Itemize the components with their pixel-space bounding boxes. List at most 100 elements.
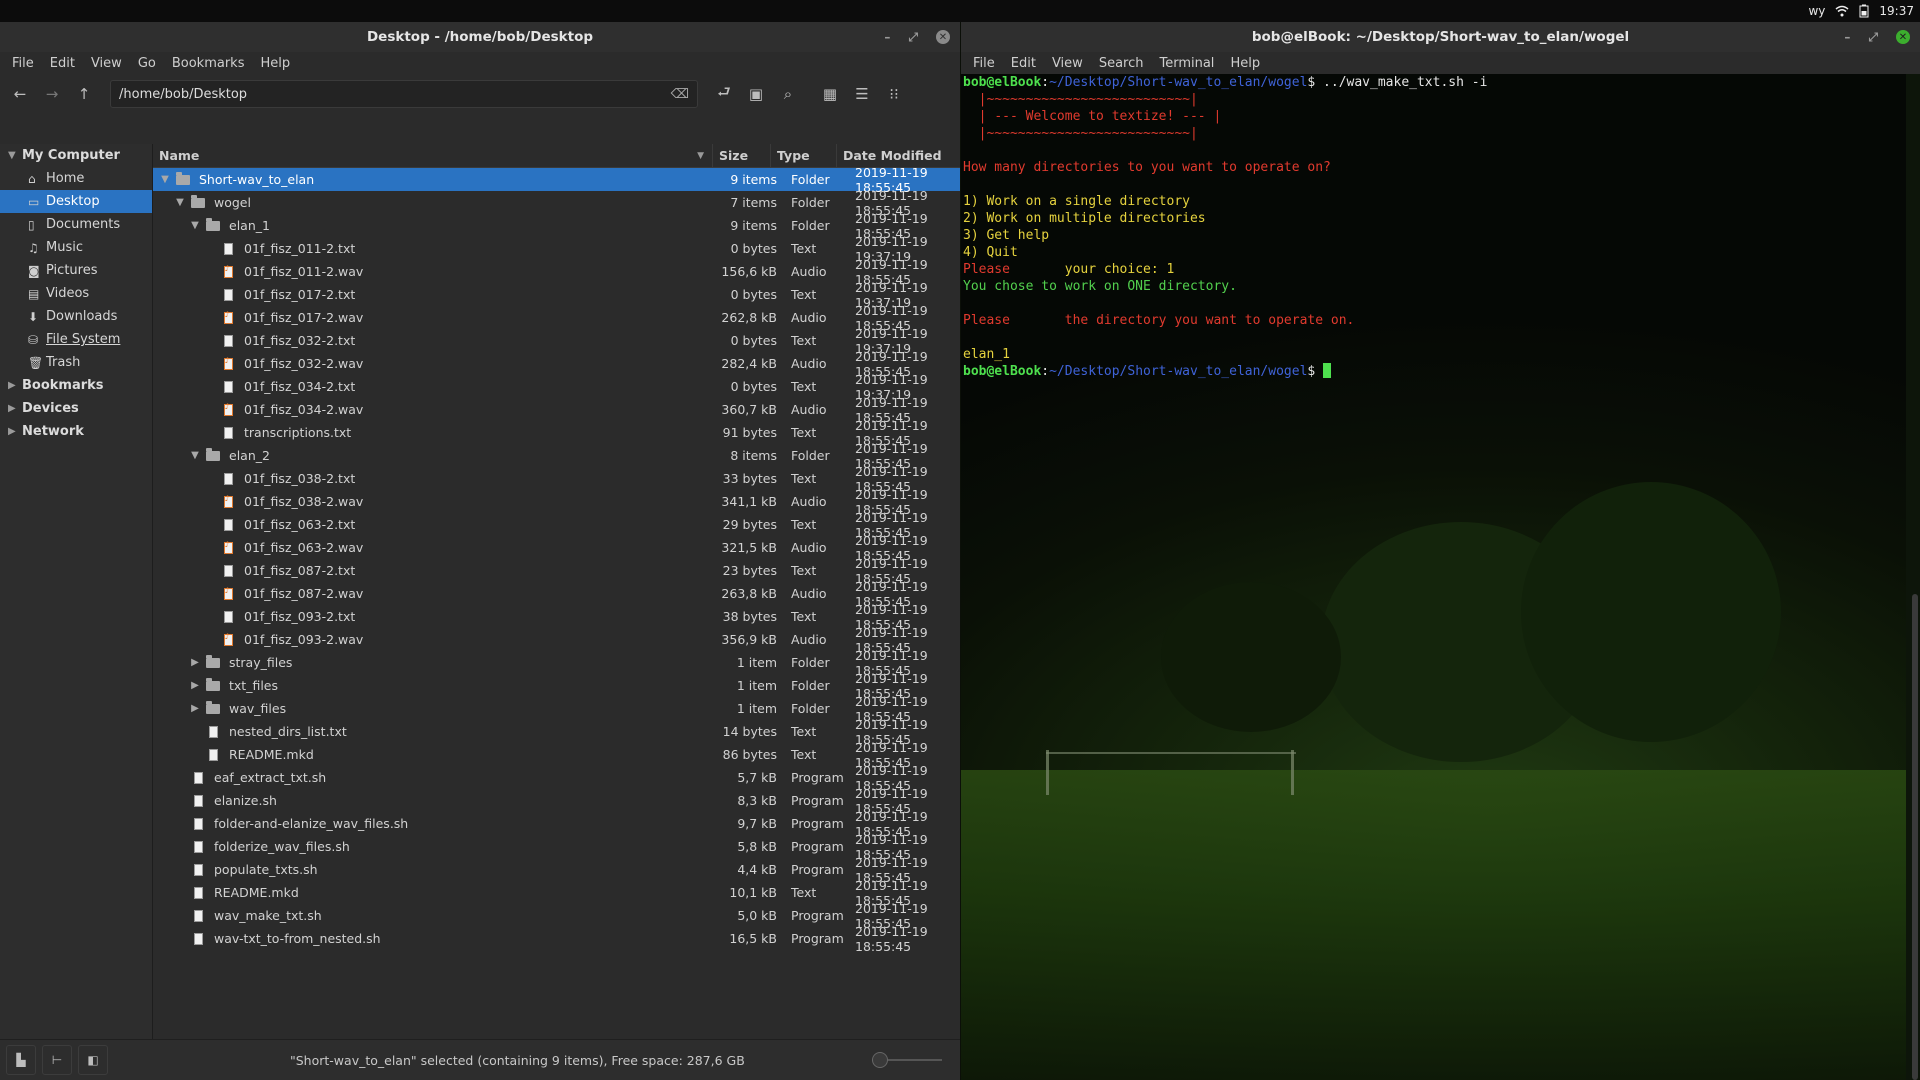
expand-icon[interactable]: ▶ bbox=[187, 680, 203, 691]
sidebar-item-music[interactable]: ♫ Music bbox=[0, 236, 152, 259]
collapse-icon[interactable]: ▼ bbox=[187, 220, 203, 231]
terminal-scrollbar-thumb[interactable] bbox=[1912, 594, 1918, 1080]
file-row[interactable]: 01f_fisz_063-2.txt 29 bytes Text 2019-11-19… bbox=[153, 510, 960, 540]
file-row[interactable]: 01f_fisz_032-2.txt 0 bytes Text 2019-11-19 … bbox=[153, 326, 960, 356]
collapse-icon[interactable]: ▼ bbox=[157, 174, 173, 185]
clear-location-icon[interactable]: ⌫ bbox=[671, 87, 689, 102]
menu-edit[interactable]: Edit bbox=[42, 56, 83, 71]
file-row[interactable]: ▶ wav_files 1 item Folder 2019-11-19 18:55:4… bbox=[153, 694, 960, 724]
menu-edit[interactable]: Edit bbox=[1003, 56, 1044, 71]
open-terminal-icon[interactable]: ▣ bbox=[742, 80, 770, 108]
location-bar[interactable]: /home/bob/Desktop ⌫ bbox=[110, 80, 698, 108]
list-view-icon[interactable]: ☰ bbox=[848, 80, 876, 108]
expand-right-icon[interactable]: ▶ bbox=[8, 403, 22, 414]
sidebar-section-network[interactable]: ▶ Network bbox=[0, 420, 152, 443]
file-row[interactable]: 01f_fisz_017-2.wav262,8 kBAudio2019-11-1… bbox=[153, 303, 960, 333]
file-row[interactable]: ▼ elan_1 9 items Folder 2019-11-19 18:55:45 bbox=[153, 211, 960, 241]
file-row[interactable]: 01f_fisz_063-2.wav321,5 kBAudio2019-11-1… bbox=[153, 533, 960, 563]
menu-bookmarks[interactable]: Bookmarks bbox=[164, 56, 253, 71]
expand-icon[interactable]: ▶ bbox=[187, 703, 203, 714]
search-icon[interactable]: ⌕ bbox=[774, 80, 802, 108]
show-places-icon[interactable]: ▙ bbox=[6, 1045, 36, 1075]
file-row[interactable]: 01f_fisz_034-2.wav360,7 kBAudio2019-11-1… bbox=[153, 395, 960, 425]
file-row[interactable]: ▼ wogel 7 items Folder 2019-11-19 18:55:45 bbox=[153, 188, 960, 218]
file-row[interactable]: 01f_fisz_038-2.wav341,1 kBAudio2019-11-1… bbox=[153, 487, 960, 517]
file-row[interactable]: 01f_fisz_011-2.txt 0 bytes Text 2019-11-19 … bbox=[153, 234, 960, 264]
file-row[interactable]: 01f_fisz_034-2.txt 0 bytes Text 2019-11-19 … bbox=[153, 372, 960, 402]
terminal-cursor[interactable] bbox=[1323, 363, 1332, 378]
file-row[interactable]: ▶ txt_files 1 item Folder 2019-11-19 18:55:4… bbox=[153, 671, 960, 701]
sidebar-item-videos[interactable]: ▤ Videos bbox=[0, 282, 152, 305]
column-type[interactable]: Type bbox=[771, 144, 837, 167]
maximize-icon[interactable]: ⤢ bbox=[908, 30, 918, 45]
show-treeview-icon[interactable]: ⊢ bbox=[42, 1045, 72, 1075]
column-name[interactable]: Name ▼ bbox=[153, 144, 713, 167]
file-row[interactable]: nested_dirs_list.txt 14 bytes Text 2019-11-… bbox=[153, 717, 960, 747]
forward-arrow-icon[interactable]: → bbox=[38, 80, 66, 108]
file-row[interactable]: ▼ elan_2 8 items Folder 2019-11-19 18:55:45 bbox=[153, 441, 960, 471]
terminal-titlebar[interactable]: bob@elBook: ~/Desktop/Short-wav_to_elan/… bbox=[961, 22, 1920, 52]
file-row[interactable]: ▼ Short-wav_to_elan 9 items Folder 2019-11-1… bbox=[153, 165, 960, 195]
menu-view[interactable]: View bbox=[83, 56, 130, 71]
menu-terminal[interactable]: Terminal bbox=[1151, 56, 1222, 71]
hide-sidebar-icon[interactable]: ◧ bbox=[78, 1045, 108, 1075]
file-row[interactable]: ▶ stray_files 1 item Folder 2019-11-19 18:55… bbox=[153, 648, 960, 678]
wifi-icon[interactable] bbox=[1835, 5, 1849, 17]
sidebar-item-downloads[interactable]: ⬇ Downloads bbox=[0, 305, 152, 328]
file-row[interactable]: 01f_fisz_093-2.txt 38 bytes Text 2019-11-19… bbox=[153, 602, 960, 632]
file-row[interactable]: eaf_extract_txt.sh 5,7 kB Program 2019-11-1… bbox=[153, 763, 960, 793]
file-row[interactable]: 01f_fisz_087-2.wav263,8 kBAudio2019-11-1… bbox=[153, 579, 960, 609]
close-icon[interactable]: ✕ bbox=[936, 30, 950, 44]
file-row[interactable]: 01f_fisz_011-2.wav156,6 kBAudio2019-11-1… bbox=[153, 257, 960, 287]
file-row[interactable]: 01f_fisz_017-2.txt 0 bytes Text 2019-11-19 … bbox=[153, 280, 960, 310]
file-row[interactable]: populate_txts.sh 4,4 kB Program 2019-11-19 … bbox=[153, 855, 960, 885]
menu-go[interactable]: Go bbox=[130, 56, 164, 71]
menu-file[interactable]: File bbox=[965, 56, 1003, 71]
minimize-icon[interactable]: – bbox=[884, 30, 890, 44]
expand-icon[interactable]: ▶ bbox=[187, 657, 203, 668]
menu-file[interactable]: File bbox=[4, 56, 42, 71]
collapse-icon[interactable]: ▼ bbox=[187, 450, 203, 461]
file-manager-titlebar[interactable]: Desktop - /home/bob/Desktop – ⤢ ✕ bbox=[0, 22, 960, 52]
collapse-icon[interactable]: ▼ bbox=[172, 197, 188, 208]
menu-help[interactable]: Help bbox=[252, 56, 298, 71]
menu-search[interactable]: Search bbox=[1091, 56, 1152, 71]
menu-help[interactable]: Help bbox=[1222, 56, 1268, 71]
zoom-slider[interactable] bbox=[872, 1052, 942, 1068]
file-row[interactable]: 01f_fisz_038-2.txt 33 bytes Text 2019-11-19… bbox=[153, 464, 960, 494]
sidebar-item-desktop[interactable]: ▭ Desktop bbox=[0, 190, 152, 213]
sidebar-item-trash[interactable]: 🗑 Trash bbox=[0, 351, 152, 374]
toggle-location-icon[interactable]: ⮐ bbox=[710, 80, 738, 108]
file-row[interactable]: 01f_fisz_032-2.wav282,4 kBAudio2019-11-1… bbox=[153, 349, 960, 379]
file-row[interactable]: folderize_wav_files.sh 5,8 kB Program 2019-… bbox=[153, 832, 960, 862]
terminal-scrollbar[interactable] bbox=[1906, 74, 1920, 1080]
file-row[interactable]: README.mkd 86 bytes Text 2019-11-19 18:55:4… bbox=[153, 740, 960, 770]
file-row[interactable]: wav-txt_to-from_nested.sh 16,5 kB Program 2… bbox=[153, 924, 960, 954]
menu-view[interactable]: View bbox=[1044, 56, 1091, 71]
battery-icon[interactable] bbox=[1859, 4, 1869, 18]
terminal-output[interactable]: bob@elBook:~/Desktop/Short-wav_to_elan/w… bbox=[961, 74, 1906, 1080]
sidebar-item-documents[interactable]: ▯ Documents bbox=[0, 213, 152, 236]
sidebar-item-file-system[interactable]: ⛁ File System bbox=[0, 328, 152, 351]
expand-right-icon[interactable]: ▶ bbox=[8, 380, 22, 391]
expand-down-icon[interactable]: ▼ bbox=[8, 150, 22, 161]
maximize-icon[interactable]: ⤢ bbox=[1868, 30, 1878, 45]
back-arrow-icon[interactable]: ← bbox=[6, 80, 34, 108]
minimize-icon[interactable]: – bbox=[1844, 30, 1850, 44]
sidebar-item-pictures[interactable]: ◙ Pictures bbox=[0, 259, 152, 282]
file-row[interactable]: 01f_fisz_093-2.wav356,9 kBAudio2019-11-1… bbox=[153, 625, 960, 655]
file-row[interactable]: 01f_fisz_087-2.txt 23 bytes Text 2019-11-19… bbox=[153, 556, 960, 586]
file-row[interactable]: wav_make_txt.sh 5,0 kB Program 2019-11-19 1… bbox=[153, 901, 960, 931]
column-size[interactable]: Size bbox=[713, 144, 771, 167]
sidebar-section-bookmarks[interactable]: ▶ Bookmarks bbox=[0, 374, 152, 397]
sidebar-item-home[interactable]: ⌂ Home bbox=[0, 167, 152, 190]
file-row[interactable]: folder-and-elanize_wav_files.sh 9,7 kB Pro… bbox=[153, 809, 960, 839]
close-icon[interactable]: ✕ bbox=[1896, 30, 1910, 44]
file-row[interactable]: transcriptions.txt 91 bytes Text 2019-11-19… bbox=[153, 418, 960, 448]
clock[interactable]: 19:37 bbox=[1879, 4, 1914, 18]
file-row[interactable]: README.mkd 10,1 kB Text 2019-11-19 18:55:45 bbox=[153, 878, 960, 908]
expand-right-icon[interactable]: ▶ bbox=[8, 426, 22, 437]
up-arrow-icon[interactable]: ↑ bbox=[70, 80, 98, 108]
file-row[interactable]: elanize.sh 8,3 kB Program 2019-11-19 18:55:… bbox=[153, 786, 960, 816]
keyboard-layout-indicator[interactable]: wy bbox=[1808, 4, 1825, 18]
